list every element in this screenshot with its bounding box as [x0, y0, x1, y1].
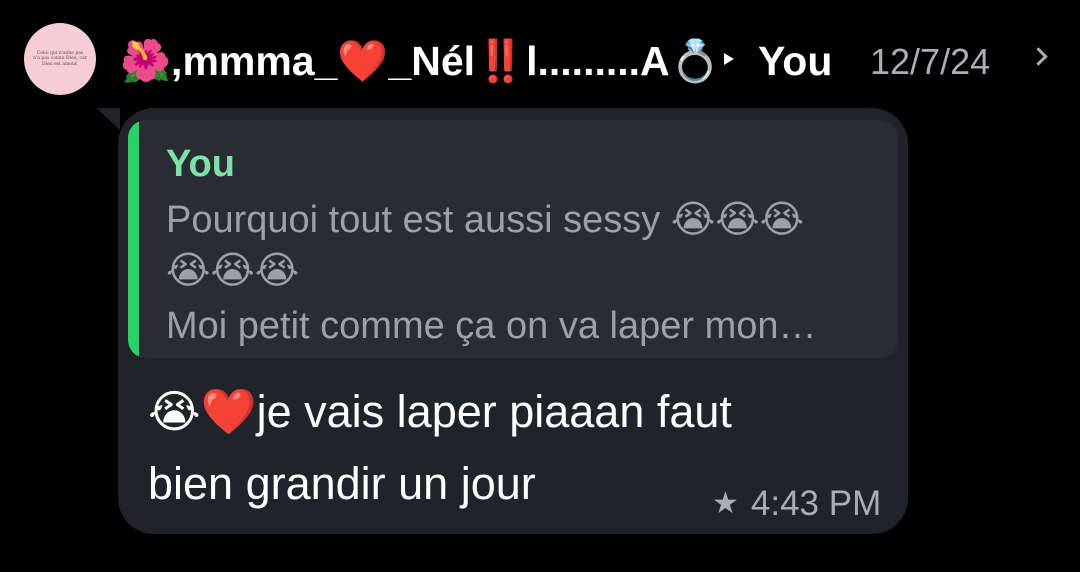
message-time: 4:43 PM	[750, 484, 882, 523]
avatar-caption: Celui qui n'aime pas n'a pas connu Dieu,…	[33, 50, 87, 67]
message-text-line-1: 😭❤️je vais laper piaaan faut	[148, 386, 732, 437]
quoted-message[interactable]: You Pourquoi tout est aussi sessy 😭😭😭 😭😭…	[128, 120, 898, 358]
sender-name: 🌺,mmma_❤️_Nél‼️l.........A💍	[120, 38, 721, 84]
quote-accent-bar	[128, 120, 139, 358]
message-meta: ★ 4:43 PM	[712, 484, 881, 524]
message-date: 12/7/24	[870, 41, 991, 82]
avatar[interactable]: Celui qui n'aime pas n'a pas connu Dieu,…	[24, 23, 96, 95]
play-arrow-icon	[724, 53, 734, 65]
starred-message-screen: Celui qui n'aime pas n'a pas connu Dieu,…	[0, 0, 1080, 572]
bubble-tail	[96, 108, 120, 130]
quoted-text-line-1: Pourquoi tout est aussi sessy 😭😭😭	[166, 199, 805, 241]
quoted-text-line-3: Moi petit comme ça on va laper mon…	[166, 305, 817, 347]
quoted-text-line-2: 😭😭😭	[166, 250, 300, 292]
star-icon: ★	[712, 487, 739, 520]
chevron-right-icon[interactable]	[1029, 47, 1048, 66]
message-text-line-2: bien grandir un jour	[148, 458, 536, 509]
quoted-author: You	[166, 143, 235, 185]
recipient-name: You	[758, 38, 833, 84]
